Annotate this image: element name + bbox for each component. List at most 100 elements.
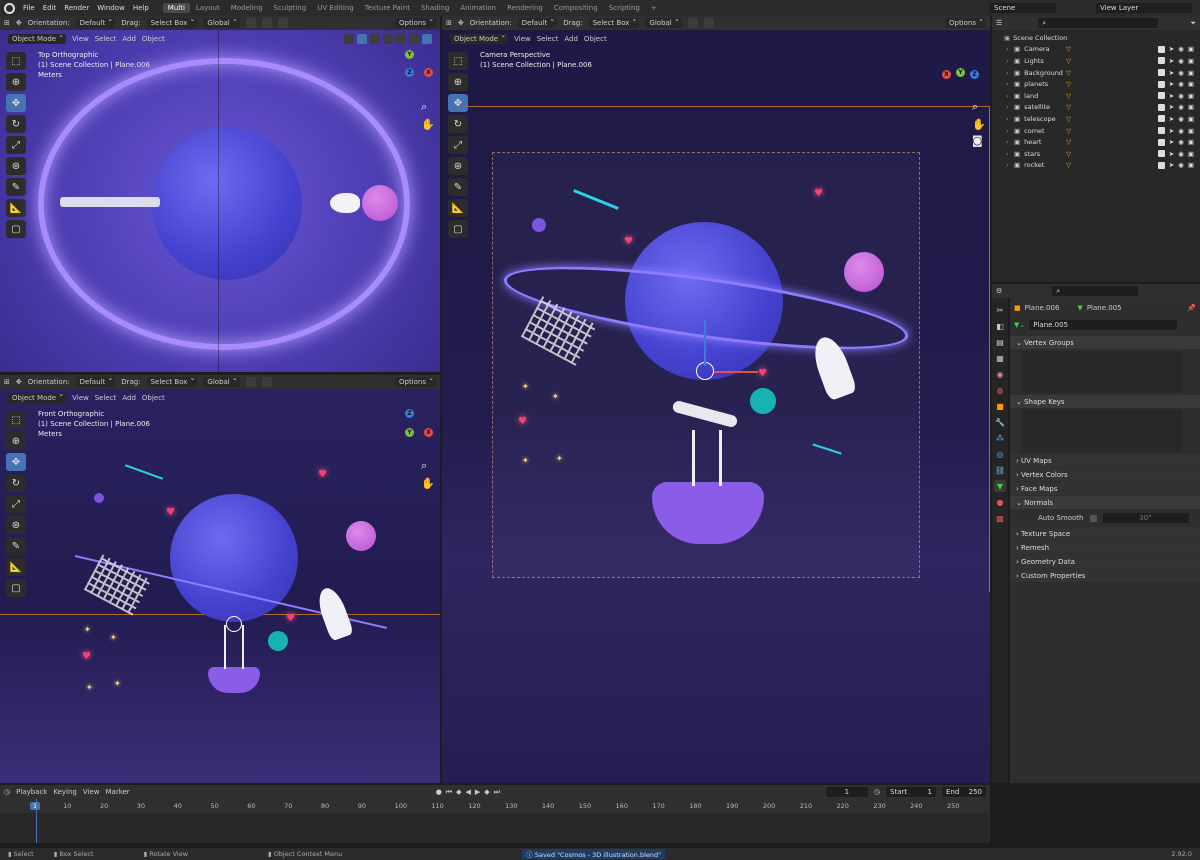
move-gizmo-z[interactable] <box>704 320 706 366</box>
outliner-item[interactable]: › ▣ rocket ▽ ➤ ◉ ▣ <box>1006 160 1200 172</box>
object-mode-dropdown[interactable]: Object Mode <box>8 390 67 403</box>
auto-smooth-angle-field[interactable]: 30° <box>1102 513 1189 523</box>
blender-logo-icon[interactable] <box>4 2 15 14</box>
viewport-top-orthographic[interactable]: Object Mode View Select Add Object Top O… <box>0 30 440 372</box>
expand-arrow-icon[interactable]: › <box>1006 161 1014 169</box>
menu-help[interactable]: Help <box>133 4 149 12</box>
zoom-icon[interactable]: ⌕ <box>421 100 427 114</box>
move-tool-icon[interactable]: ✥ <box>6 94 26 112</box>
tab-animation[interactable]: Animation <box>455 3 501 13</box>
gizmo-y[interactable]: Y <box>405 50 414 59</box>
outliner-item[interactable]: › ▣ Camera ▽ ➤ ◉ ▣ <box>1006 44 1200 56</box>
expand-arrow-icon[interactable]: › <box>1006 138 1014 146</box>
measure-tool-icon[interactable]: 📐 <box>6 199 26 217</box>
panel-uv-maps[interactable]: › UV Maps <box>1010 454 1200 467</box>
mesh-data-icon[interactable]: ▼⌄ <box>1014 321 1025 329</box>
pan-hand-icon[interactable]: ✋ <box>972 118 986 131</box>
expand-arrow-icon[interactable]: › <box>1006 127 1014 135</box>
gizmo-y[interactable]: Y <box>956 68 965 77</box>
solid-shading-icon[interactable] <box>396 34 406 44</box>
outliner-search-input[interactable]: ⌕ <box>1038 18 1159 28</box>
transform-tool-icon[interactable]: ⊛ <box>6 157 26 175</box>
overlay-icon[interactable] <box>344 34 354 44</box>
menu-edit[interactable]: Edit <box>43 4 57 12</box>
material-tab-icon[interactable]: ● <box>994 496 1006 508</box>
cursor-tool-icon[interactable]: ⊕ <box>6 73 26 91</box>
render-camera-icon[interactable]: ▣ <box>1188 103 1194 111</box>
include-checkbox[interactable] <box>1157 92 1165 100</box>
outliner-item[interactable]: › ▣ land ▽ ➤ ◉ ▣ <box>1006 90 1200 102</box>
panel-face-maps[interactable]: › Face Maps <box>1010 482 1200 495</box>
play-icon[interactable]: ▶ <box>475 788 480 796</box>
annotate-tool-icon[interactable]: ✎ <box>6 178 26 196</box>
render-camera-icon[interactable]: ▣ <box>1188 138 1194 146</box>
zoom-icon[interactable]: ⌕ <box>972 100 978 114</box>
texture-tab-icon[interactable]: ▩ <box>994 512 1006 524</box>
selectable-icon[interactable]: ➤ <box>1169 138 1174 146</box>
expand-arrow-icon[interactable]: › <box>1006 103 1014 111</box>
menu-add[interactable]: Add <box>122 394 136 402</box>
view-layer-tab-icon[interactable]: ▦ <box>994 352 1006 364</box>
include-checkbox[interactable] <box>1157 45 1165 53</box>
add-cube-tool-icon[interactable]: ▢ <box>6 579 26 597</box>
menu-view[interactable]: View <box>72 394 89 402</box>
jump-start-icon[interactable]: ⏮ <box>446 788 452 797</box>
options-dropdown[interactable]: Options <box>394 15 436 28</box>
play-reverse-icon[interactable]: ◀ <box>466 788 471 796</box>
tab-texture-paint[interactable]: Texture Paint <box>360 3 415 13</box>
drag-dropdown[interactable]: Select Box <box>146 374 198 387</box>
transform-tool-icon[interactable]: ⊛ <box>6 516 26 534</box>
playhead[interactable] <box>36 799 37 843</box>
snap-icon[interactable] <box>261 377 272 387</box>
editor-type-icon[interactable]: ☰ <box>996 19 1002 27</box>
scale-tool-icon[interactable]: ⤢ <box>6 495 26 513</box>
expand-arrow-icon[interactable]: › <box>1006 115 1014 123</box>
eye-icon[interactable]: ◉ <box>1178 161 1184 169</box>
scene-selector[interactable]: Scene <box>990 3 1056 13</box>
include-checkbox[interactable] <box>1157 80 1165 88</box>
options-dropdown[interactable]: Options <box>394 374 436 387</box>
modifier-tab-icon[interactable]: 🔧 <box>994 416 1006 428</box>
include-checkbox[interactable] <box>1157 57 1165 65</box>
start-frame-field[interactable]: Start 1 <box>886 787 936 797</box>
viewport-front-orthographic[interactable]: Object Mode View Select Add Object Front… <box>0 389 440 783</box>
menu-window[interactable]: Window <box>97 4 125 12</box>
panel-normals[interactable]: ⌄ Normals <box>1010 496 1200 509</box>
selectable-icon[interactable]: ➤ <box>1169 103 1174 111</box>
gizmo-z[interactable]: Z <box>405 68 414 77</box>
eye-icon[interactable]: ◉ <box>1178 127 1184 135</box>
render-camera-icon[interactable]: ▣ <box>1188 92 1194 100</box>
eye-icon[interactable]: ◉ <box>1178 69 1184 77</box>
rotate-tool-icon[interactable]: ↻ <box>6 115 26 133</box>
vertex-groups-list[interactable] <box>1022 351 1182 393</box>
orientation-dropdown[interactable]: Default <box>517 15 558 28</box>
shape-keys-list[interactable] <box>1022 410 1182 452</box>
transform-icon[interactable]: ✥ <box>458 19 464 27</box>
include-checkbox[interactable] <box>1157 150 1165 158</box>
pan-hand-icon[interactable]: ✋ <box>421 477 435 490</box>
drag-dropdown[interactable]: Select Box <box>146 15 198 28</box>
tab-multi[interactable]: Multi <box>162 3 190 13</box>
render-camera-icon[interactable]: ▣ <box>1188 69 1194 77</box>
cursor-tool-icon[interactable]: ⊕ <box>6 432 26 450</box>
panel-remesh[interactable]: › Remesh <box>1010 541 1200 554</box>
menu-render[interactable]: Render <box>64 4 89 12</box>
end-frame-field[interactable]: End 250 <box>942 787 986 797</box>
menu-add[interactable]: Add <box>122 35 136 43</box>
properties-search-input[interactable]: ⌕ <box>1052 286 1139 296</box>
menu-select[interactable]: Select <box>537 35 559 43</box>
editor-type-icon[interactable]: ⊞ <box>4 378 10 386</box>
menu-object[interactable]: Object <box>142 394 165 402</box>
tab-modeling[interactable]: Modeling <box>226 3 268 13</box>
tab-layout[interactable]: Layout <box>191 3 225 13</box>
eye-icon[interactable]: ◉ <box>1178 115 1184 123</box>
camera-view-icon[interactable]: ◙ <box>972 134 983 147</box>
pivot-icon[interactable] <box>245 18 256 28</box>
transform-icon[interactable]: ✥ <box>16 378 22 386</box>
select-box-tool-icon[interactable]: ⬚ <box>448 52 468 70</box>
snap-icon[interactable] <box>703 18 714 28</box>
add-workspace-button[interactable]: + <box>646 3 662 13</box>
eye-icon[interactable]: ◉ <box>1178 103 1184 111</box>
panel-custom-properties[interactable]: › Custom Properties <box>1010 569 1200 582</box>
include-checkbox[interactable] <box>1157 138 1165 146</box>
